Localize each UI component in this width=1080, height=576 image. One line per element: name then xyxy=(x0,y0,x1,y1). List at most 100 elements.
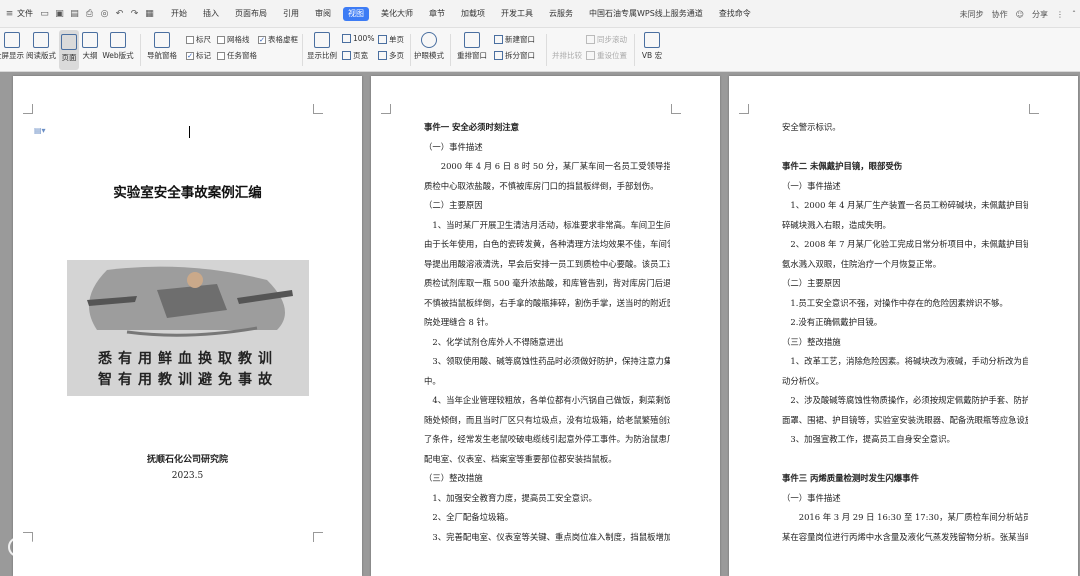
quick-access-toolbar: ≡ 文件 ▭ ▣ ▤ ⎙ ◎ ↶ ↷ ▦ xyxy=(0,0,157,28)
page-view-button[interactable]: 页面 xyxy=(59,30,79,70)
read-mode-button[interactable]: 阅读版式 xyxy=(26,28,56,72)
margin-mark xyxy=(313,104,323,114)
paragraph-line: 随处倾倒，而且当时厂区只有垃圾点，没有垃圾箱，给老鼠繁殖创造 xyxy=(424,414,670,425)
multi-page-button[interactable]: 多页 xyxy=(378,50,404,61)
more-icon[interactable]: ⋮ xyxy=(1056,10,1064,19)
menu-tab[interactable]: 查找命令 xyxy=(711,0,759,28)
single-page-button[interactable]: 单页 xyxy=(378,34,404,45)
gridlines-checkbox[interactable]: 网格线 xyxy=(217,34,250,45)
multi-page-icon xyxy=(378,51,387,60)
paragraph-line: 2016 年 3 月 29 日 16:30 至 17:30，某厂质检车间分析站员… xyxy=(782,512,1028,522)
separator xyxy=(140,34,141,66)
paragraph-line: （二）主要原因 xyxy=(424,200,483,210)
menu-tab[interactable]: 引用 xyxy=(275,0,307,28)
full-display-button[interactable]: 全屏显示 xyxy=(0,28,24,72)
table-borders-checkbox[interactable]: ✓ 表格虚框 xyxy=(258,34,298,45)
undo-icon[interactable]: ↶ xyxy=(114,8,125,19)
page-3-body[interactable]: 安全警示标识。 事件二 未佩戴护目镜，眼部受伤 （一）事件描述 1、2000 年 4… xyxy=(782,118,1028,547)
side-by-side-button[interactable]: 并排比较 xyxy=(552,50,582,61)
menu-tab[interactable]: 开始 xyxy=(163,0,195,28)
split-window-button[interactable]: 拆分窗口 xyxy=(494,50,535,61)
smile-icon[interactable]: ☺ xyxy=(1016,10,1024,19)
nav-pane-button[interactable]: 导航窗格 xyxy=(145,28,179,72)
vb-icon xyxy=(644,32,660,48)
collab-button[interactable]: 协作 xyxy=(992,9,1008,20)
menu-tab[interactable]: 插入 xyxy=(195,0,227,28)
paragraph-line: 1.员工安全意识不强，对操作中存在的危险因素辨识不够。 xyxy=(782,297,1008,308)
menu-tab[interactable]: 中国石油专属WPS线上服务通道 xyxy=(581,0,711,28)
hamburger-icon[interactable]: ≡ xyxy=(4,8,15,19)
task-pane-checkbox[interactable]: 任务窗格 xyxy=(217,50,257,61)
page-options-icon[interactable]: ▤▾ xyxy=(34,126,46,135)
paragraph-line: 质检试剂库取一瓶 500 毫升浓盐酸，和库管告别，背对库房门后退时 xyxy=(424,278,670,288)
paragraph-line: 4、当年企业管理较粗放，各单位都有小汽锅自己做饭，剩菜剩饭 xyxy=(424,395,670,405)
organization-name: 抚顺石化公司研究院 xyxy=(146,455,228,465)
paragraph-line: 1、当时某厂开展卫生清洁月活动，标准要求非常高。车间卫生间 xyxy=(424,219,670,230)
view-ribbon: 全屏显示 阅读版式 页面 大纲 Web版式 导航窗格 标尺 网格线 ✓表格虚框 … xyxy=(0,28,1080,72)
paragraph-line: 3、完善配电室、仪表室等关键、重点岗位准入制度，挡鼠板增加 xyxy=(424,531,670,542)
sync-status[interactable]: 未同步 xyxy=(960,9,984,20)
open-icon[interactable]: ▭ xyxy=(39,8,50,19)
checkbox-checked: ✓ xyxy=(186,51,194,60)
reset-position-button[interactable]: 重设位置 xyxy=(586,50,627,61)
menu-tab[interactable]: 美化大师 xyxy=(373,0,421,28)
eye-icon xyxy=(421,32,437,48)
section-heading: 事件一 安全必须时刻注意 xyxy=(424,122,520,132)
marks-checkbox[interactable]: ✓ 标记 xyxy=(186,50,211,61)
page-2[interactable]: 事件一 安全必须时刻注意 （一）事件描述 2000 年 4 月 6 日 8 时 5… xyxy=(371,76,720,576)
outline-view-button[interactable]: 大纲 xyxy=(81,28,99,72)
banner-line-2: 智有用教训避免事故 xyxy=(97,371,278,388)
share-button[interactable]: 分享 xyxy=(1032,9,1048,20)
redo-icon[interactable]: ↷ xyxy=(129,8,140,19)
menu-tab[interactable]: 加载项 xyxy=(453,0,493,28)
menu-tab[interactable]: 页面布局 xyxy=(227,0,275,28)
menu-tab[interactable]: 云服务 xyxy=(541,0,581,28)
document-workspace[interactable]: ▤▾ 实验室安全事故案例汇编 悉有用鲜血换取教训 智有用教训避免事故 抚顺石化公… xyxy=(0,72,1080,576)
paragraph-line: 1、2000 年 4 月某厂生产装置一名员工粉碎碱块，未佩戴护目镜， xyxy=(782,200,1028,210)
menu-tab[interactable]: 开发工具 xyxy=(493,0,541,28)
paragraph-line: （三）整改措施 xyxy=(424,473,483,483)
new-window-button[interactable]: 新建窗口 xyxy=(494,34,535,45)
file-menu[interactable]: 文件 xyxy=(17,8,33,19)
checkbox-box xyxy=(217,51,225,60)
eye-mode-button[interactable]: 护眼模式 xyxy=(413,28,445,72)
paragraph-line: 质检中心取浓盐酸，不慎被库房门口的挡鼠板绊倒，手部划伤。 xyxy=(424,180,659,191)
preview-icon[interactable]: ◎ xyxy=(99,8,110,19)
zoom-100-icon xyxy=(342,34,351,43)
zoom-ratio-button[interactable]: 显示比例 xyxy=(305,28,339,72)
book-icon xyxy=(33,32,49,48)
banner-line-1: 悉有用鲜血换取教训 xyxy=(97,350,278,367)
paragraph-line: 中。 xyxy=(424,375,441,386)
menu-tab[interactable]: 视图 xyxy=(343,6,369,21)
watermark-logo-icon xyxy=(8,537,34,557)
vb-macro-button[interactable]: VB 宏 xyxy=(638,28,666,72)
web-view-button[interactable]: Web版式 xyxy=(101,28,135,72)
margin-mark xyxy=(23,104,33,114)
separator xyxy=(450,34,451,66)
page-3[interactable]: 安全警示标识。 事件二 未佩戴护目镜，眼部受伤 （一）事件描述 1、2000 年 4… xyxy=(729,76,1078,576)
menu-tab[interactable]: 章节 xyxy=(421,0,453,28)
print-icon[interactable]: ⎙ xyxy=(84,8,95,19)
reset-position-icon xyxy=(586,51,595,60)
paragraph-line: 2、2008 年 7 月某厂化验工完成日常分析项目中，未佩戴护目镜， xyxy=(782,239,1028,249)
page-width-button[interactable]: 页宽 xyxy=(342,50,368,61)
export-icon[interactable]: ▤ xyxy=(69,8,80,19)
sync-scroll-button[interactable]: 同步滚动 xyxy=(586,34,627,45)
paragraph-line: 2、化学试剂仓库外人不得随意进出 xyxy=(424,336,564,347)
zoom-100-button[interactable]: 100% xyxy=(342,34,374,43)
collapse-icon[interactable]: ˆ xyxy=(1072,10,1076,19)
paragraph-line: 某在容量岗位进行丙烯中水含量及液化气蒸发残留物分析。张某当时 xyxy=(782,531,1028,542)
format-painter-icon[interactable]: ▦ xyxy=(144,8,155,19)
paragraph-line: 由于长年使用，白色的瓷砖发黄，各种清理方法均效果不佳，车间领 xyxy=(424,239,670,249)
page-2-body[interactable]: 事件一 安全必须时刻注意 （一）事件描述 2000 年 4 月 6 日 8 时 5… xyxy=(424,118,670,547)
checkbox-box xyxy=(217,35,225,44)
save-icon[interactable]: ▣ xyxy=(54,8,65,19)
top-right-actions: 未同步 协作 ☺ 分享 ⋮ ˆ xyxy=(952,0,1076,28)
cover-page[interactable]: ▤▾ 实验室安全事故案例汇编 悉有用鲜血换取教训 智有用教训避免事故 抚顺石化公… xyxy=(13,76,362,576)
rearrange-window-button[interactable]: 重排窗口 xyxy=(454,28,490,72)
outline-icon xyxy=(82,32,98,48)
checkbox-box xyxy=(186,35,194,44)
menu-tab[interactable]: 审阅 xyxy=(307,0,339,28)
zoom-icon xyxy=(314,32,330,48)
ruler-checkbox[interactable]: 标尺 xyxy=(186,34,211,45)
